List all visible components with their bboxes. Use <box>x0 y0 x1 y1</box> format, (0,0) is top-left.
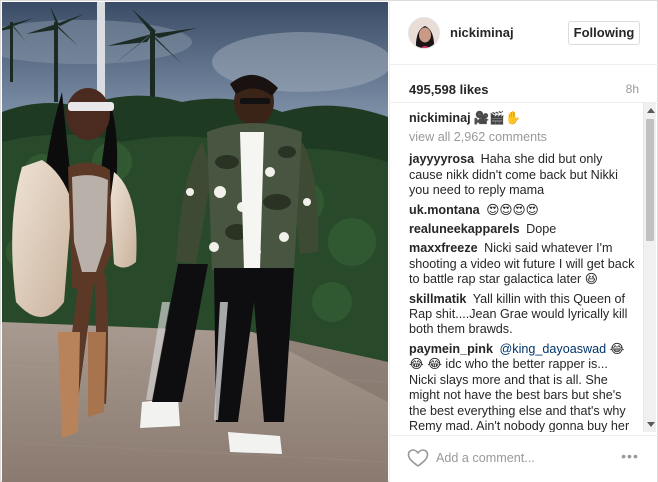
more-options-icon[interactable]: ••• <box>618 449 642 467</box>
post-username[interactable]: nickiminaj <box>450 25 514 40</box>
like-count[interactable]: 495,598 likes <box>409 82 489 97</box>
comment-username[interactable]: jayyyyrosa <box>409 152 474 166</box>
comment-item: jayyyyrosa Haha she did but only cause n… <box>409 152 635 198</box>
photo-illustration <box>2 2 388 482</box>
post-header: nickiminaj Following <box>390 2 658 65</box>
comment-text: 😍😍😍😍 <box>486 202 539 217</box>
post-photo[interactable] <box>2 2 388 482</box>
scroll-up-arrow-icon[interactable] <box>647 108 655 113</box>
caption-username[interactable]: nickiminaj <box>409 111 471 125</box>
comment-list: nickiminaj 🎥🎬✋ view all 2,962 comments ja… <box>409 111 635 432</box>
caption-text: 🎥🎬✋ <box>473 111 521 125</box>
avatar-image <box>409 18 439 48</box>
comment-text: Dope <box>526 222 557 237</box>
comment-item: maxxfreeze Nicki said whatever I'm shoot… <box>409 241 635 287</box>
heart-icon[interactable] <box>406 446 430 470</box>
comment-item: uk.montana 😍😍😍😍 <box>409 203 635 218</box>
post-age[interactable]: 8h <box>626 82 639 96</box>
comment-username[interactable]: skillmatik <box>409 292 466 306</box>
caption: nickiminaj 🎥🎬✋ <box>409 111 635 126</box>
following-button[interactable]: Following <box>568 21 640 45</box>
add-comment-input[interactable] <box>436 449 606 467</box>
comment-item: skillmatik Yall killin with this Queen o… <box>409 292 635 338</box>
add-comment-bar: ••• <box>390 435 658 482</box>
comments-panel: nickiminaj 🎥🎬✋ view all 2,962 comments ja… <box>390 102 658 432</box>
comments-scrollbar[interactable] <box>643 103 656 432</box>
post-modal: nickiminaj Following 495,598 likes 8h ni… <box>0 0 658 482</box>
comment-username[interactable]: uk.montana <box>409 203 480 217</box>
comment-item: paymein_pink @king_dayoaswad 😂😂 😂 idc wh… <box>409 342 635 432</box>
comment-username[interactable]: maxxfreeze <box>409 241 478 255</box>
comment-username[interactable]: realuneekapparels <box>409 222 520 236</box>
post-sidebar: nickiminaj Following 495,598 likes 8h ni… <box>389 2 658 482</box>
view-all-comments-link[interactable]: view all 2,962 comments <box>409 130 635 144</box>
scrollbar-thumb[interactable] <box>646 119 654 241</box>
comment-username[interactable]: paymein_pink <box>409 342 493 356</box>
comment-mention[interactable]: @king_dayoaswad <box>500 342 607 356</box>
scroll-down-arrow-icon[interactable] <box>647 422 655 427</box>
avatar[interactable] <box>408 17 440 49</box>
comment-item: realuneekapparels Dope <box>409 222 635 237</box>
